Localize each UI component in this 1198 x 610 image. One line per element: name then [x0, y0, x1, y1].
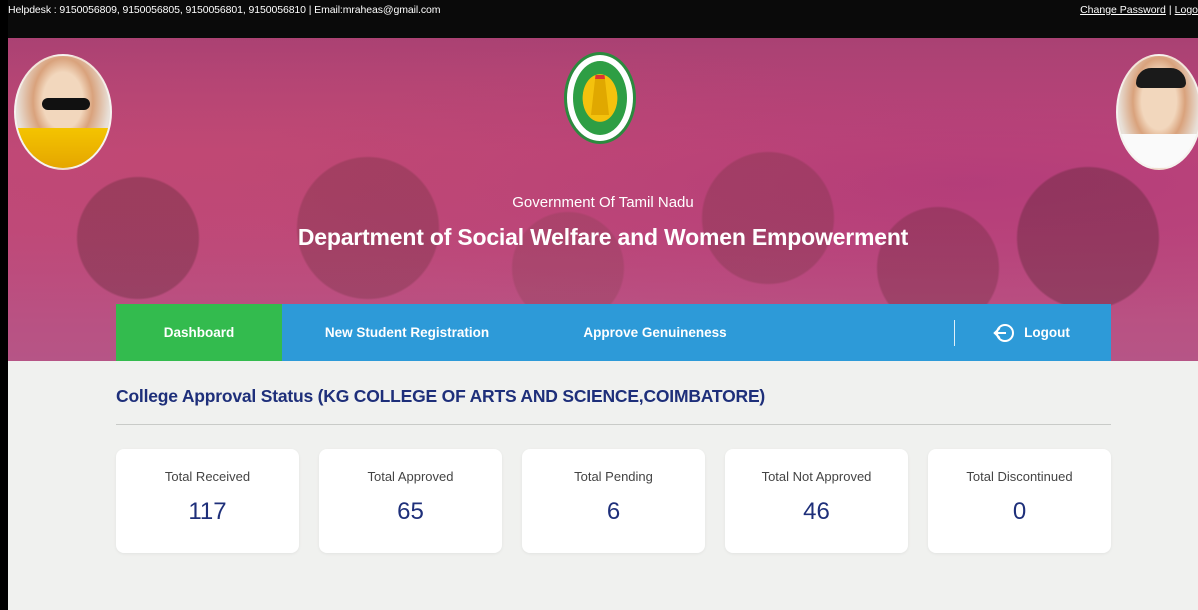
stat-label: Total Approved	[367, 469, 454, 484]
department-title: Department of Social Welfare and Women E…	[297, 224, 909, 250]
stat-label: Total Not Approved	[761, 469, 872, 484]
page-title: College Approval Status (KG COLLEGE OF A…	[116, 386, 766, 406]
stat-value: 6	[606, 498, 621, 525]
nav-item-new-student-registration[interactable]: New Student Registration	[282, 304, 532, 361]
stat-value: 0	[1012, 498, 1027, 525]
stat-card-total-pending: Total Pending 6	[522, 449, 705, 553]
stat-label: Total Discontinued	[966, 469, 1073, 484]
stat-value: 117	[188, 498, 227, 525]
logout-link[interactable]: Logo	[1175, 4, 1198, 16]
app-frame: Helpdesk : 9150056809, 9150056805, 91500…	[8, 0, 1198, 610]
link-separator: |	[1168, 4, 1172, 16]
stat-card-total-received: Total Received 117	[116, 449, 299, 553]
left-portrait-image	[14, 54, 112, 170]
nav-item-dashboard[interactable]: Dashboard	[116, 304, 282, 361]
stat-value: 46	[803, 498, 830, 525]
nav-item-label: Logout	[1024, 325, 1070, 340]
tamil-nadu-emblem-logo	[564, 52, 636, 144]
nav-item-label: Dashboard	[163, 325, 235, 340]
account-links: Change Password | Logo	[1080, 4, 1198, 16]
right-portrait-image	[1116, 54, 1198, 170]
change-password-link[interactable]: Change Password	[1080, 4, 1166, 16]
stat-label: Total Received	[164, 469, 251, 484]
stat-card-total-not-approved: Total Not Approved 46	[725, 449, 908, 553]
status-cards: Total Received 117 Total Approved 65 Tot…	[116, 449, 1111, 553]
title-divider	[116, 424, 1111, 425]
helpdesk-text: Helpdesk : 9150056809, 9150056805, 91500…	[8, 4, 441, 16]
top-info-bar: Helpdesk : 9150056809, 9150056805, 91500…	[8, 0, 1198, 38]
nav-item-approve-genuineness[interactable]: Approve Genuineness	[532, 304, 778, 361]
nav-item-logout[interactable]: Logout	[955, 304, 1111, 361]
stat-card-total-approved: Total Approved 65	[319, 449, 502, 553]
stat-label: Total Pending	[574, 469, 653, 484]
government-title: Government Of Tamil Nadu	[512, 194, 694, 211]
logout-icon	[995, 323, 1015, 342]
main-nav-bar: Dashboard New Student Registration Appro…	[116, 304, 1111, 361]
nav-item-label: Approve Genuineness	[583, 325, 727, 340]
nav-item-label: New Student Registration	[324, 325, 490, 340]
stat-card-total-discontinued: Total Discontinued 0	[928, 449, 1111, 553]
stat-value: 65	[397, 498, 424, 525]
